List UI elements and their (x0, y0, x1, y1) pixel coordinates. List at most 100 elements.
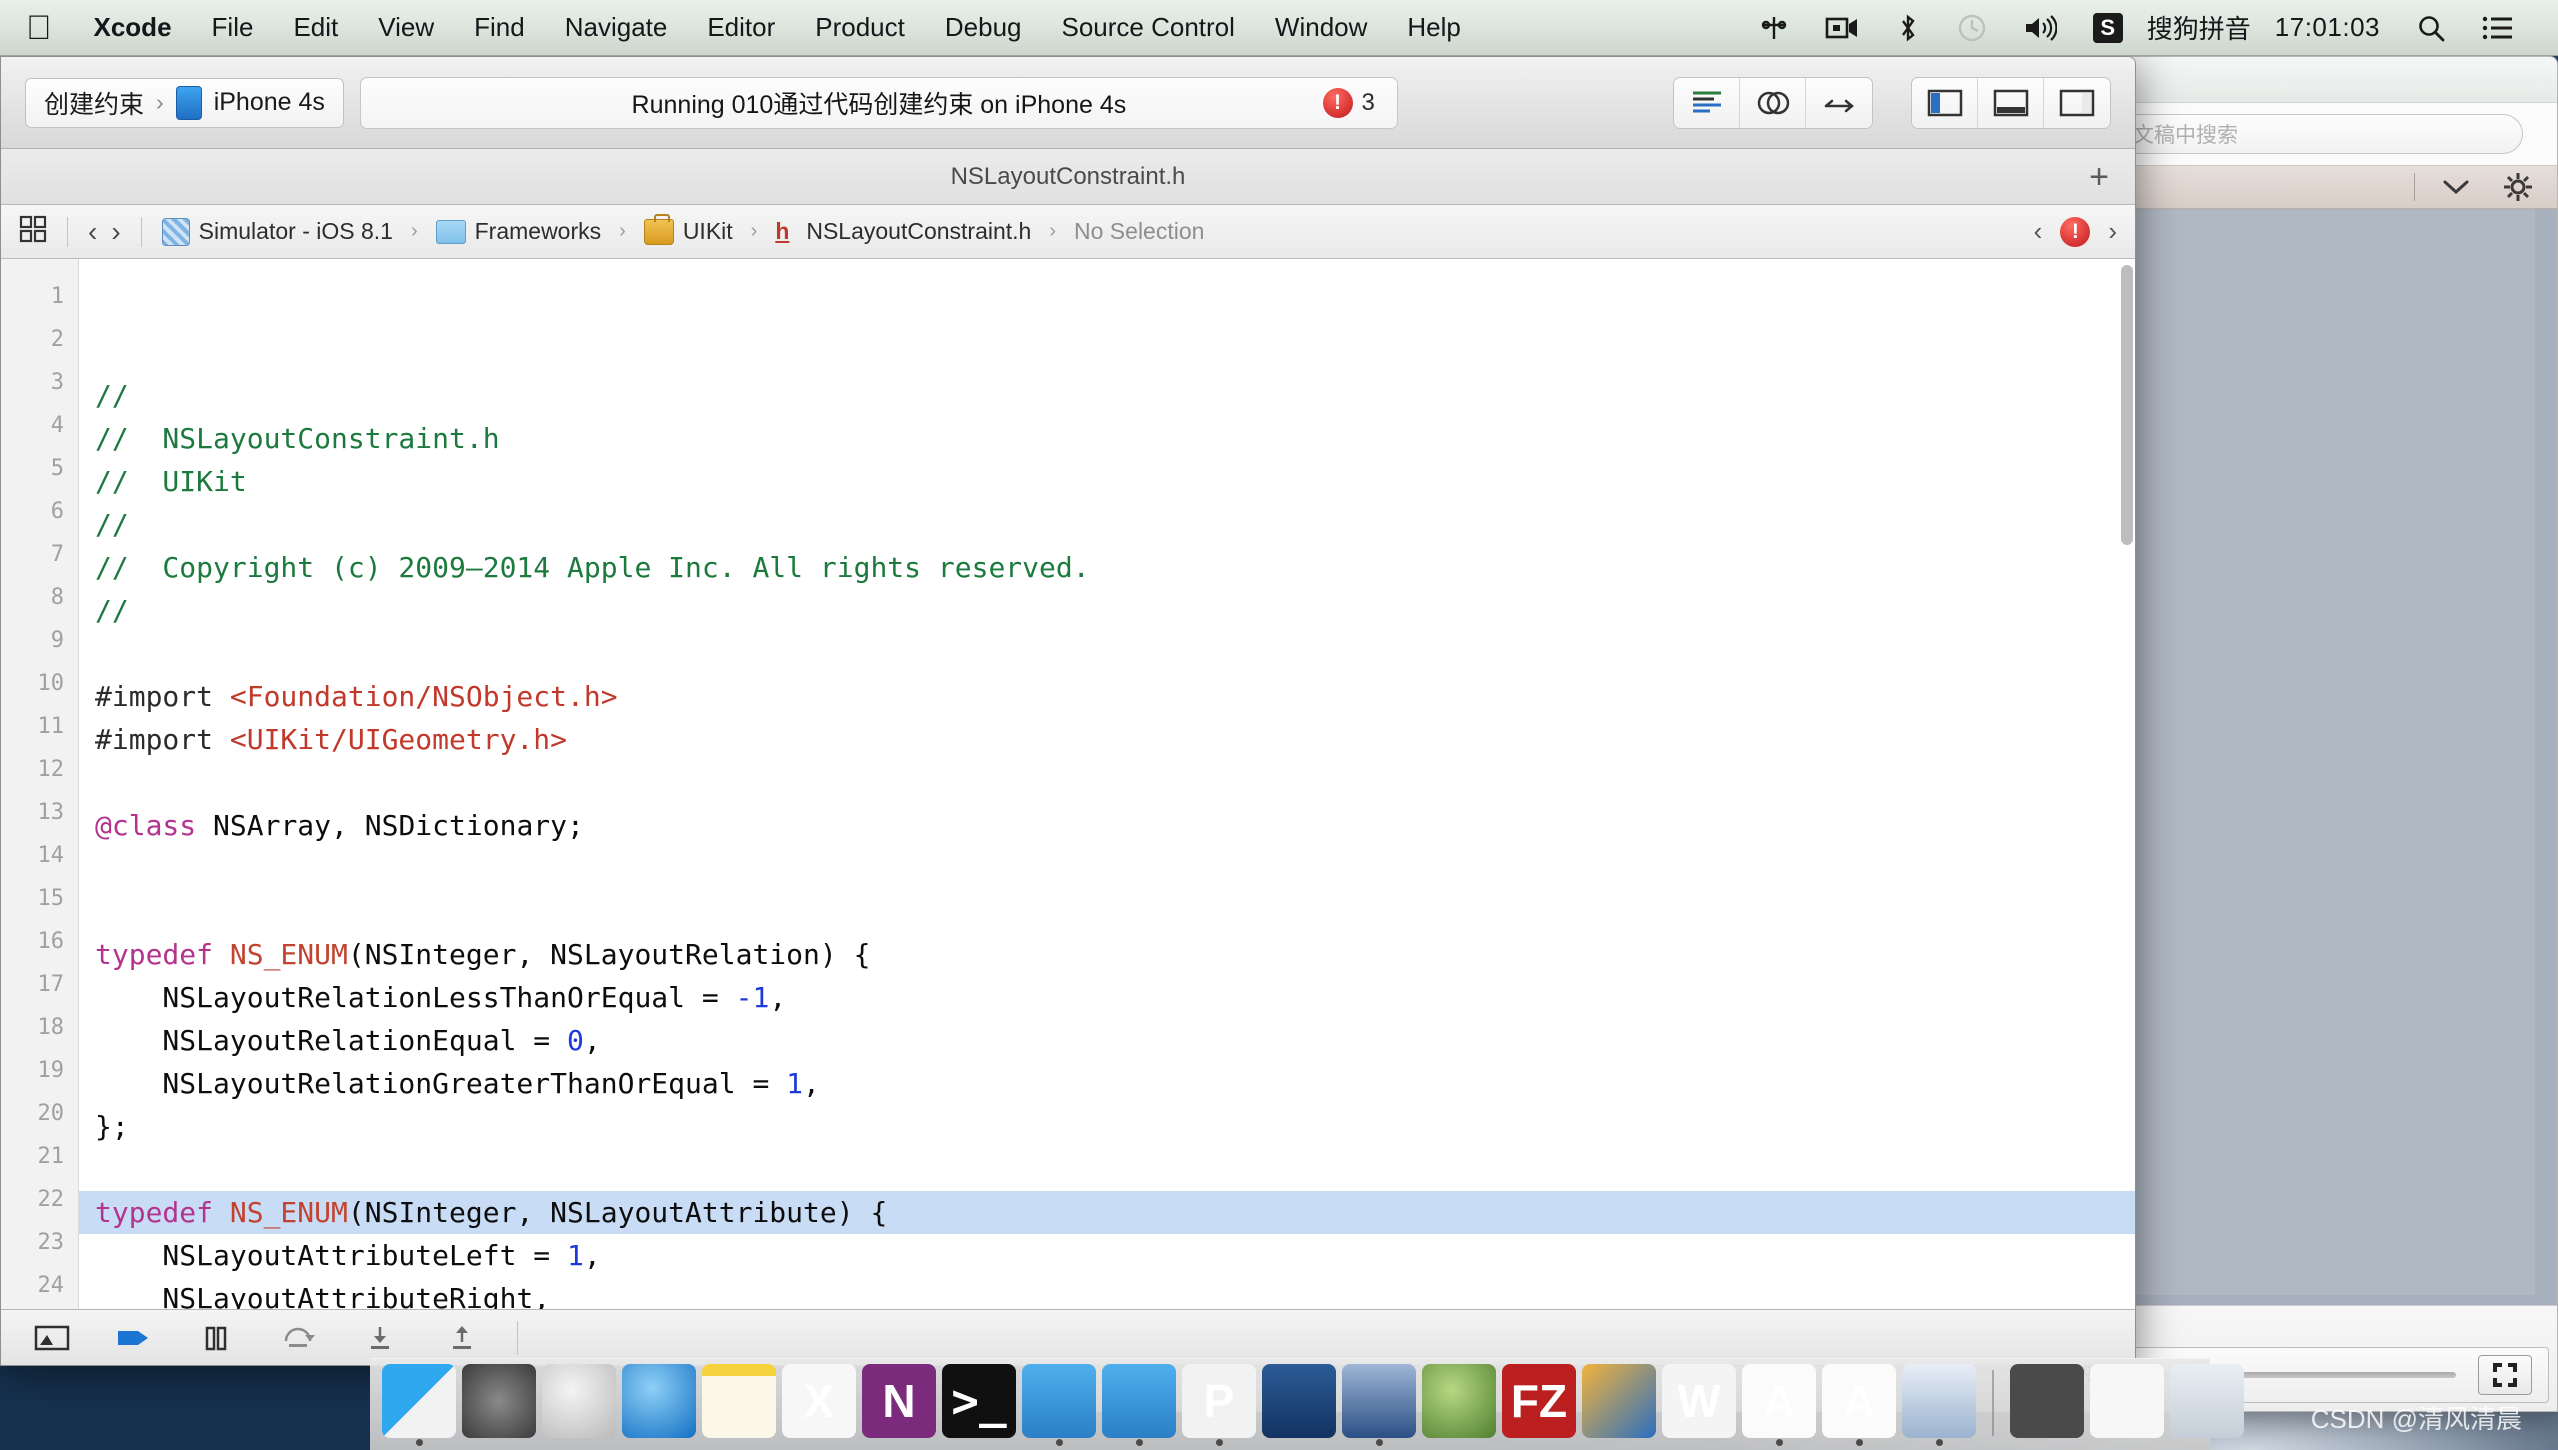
dock-item-excel[interactable]: X (782, 1372, 856, 1446)
code-line[interactable]: // (79, 589, 2135, 632)
tab-nslayoutconstraint-h[interactable]: NSLayoutConstraint.h (1, 163, 2135, 191)
code-line[interactable]: }; (79, 1105, 2135, 1148)
pause-icon[interactable] (175, 1310, 257, 1366)
editor-scrollbar[interactable] (2121, 265, 2133, 545)
code-line[interactable]: NSLayoutAttributeLeft = 1, (79, 1234, 2135, 1277)
dock-item-onenote[interactable]: N (862, 1372, 936, 1446)
code-line[interactable]: // Copyright (c) 2009–2014 Apple Inc. Al… (79, 546, 2135, 589)
dock-item-snipping-tool[interactable] (1262, 1372, 1336, 1446)
panel-icon[interactable] (11, 1310, 93, 1366)
scheme-selector[interactable]: 创建约束 › iPhone 4s (25, 78, 344, 128)
source-editor[interactable]: 1234567891011121314151617181920212223242… (1, 259, 2135, 1309)
menu-item-source-control[interactable]: Source Control (1042, 0, 1255, 56)
dock-item-stickies[interactable] (702, 1372, 776, 1446)
dock-item-finder[interactable] (382, 1372, 456, 1446)
code-line[interactable] (79, 847, 2135, 890)
navigate-back-button[interactable]: ‹ (88, 216, 97, 248)
code-content[interactable]: //// NSLayoutConstraint.h// UIKit//// Co… (79, 259, 2135, 1309)
code-line[interactable]: NSLayoutRelationEqual = 0, (79, 1019, 2135, 1062)
gear-icon[interactable] (2489, 165, 2547, 209)
fit-page-icon[interactable] (2478, 1355, 2532, 1395)
dock-item-trash[interactable] (2170, 1372, 2244, 1446)
dock-item-word[interactable]: W (1662, 1372, 1736, 1446)
notification-center-icon[interactable] (2464, 0, 2532, 56)
menu-item-help[interactable]: Help (1387, 0, 1480, 56)
dock-item-xcode[interactable] (1022, 1372, 1096, 1446)
menu-item-view[interactable]: View (358, 0, 454, 56)
breadcrumb-frameworks[interactable]: Frameworks (436, 218, 602, 245)
dock-item-preview[interactable] (1902, 1372, 1976, 1446)
code-line[interactable]: @class NSArray, NSDictionary; (79, 804, 2135, 847)
standard-editor-button[interactable] (1674, 78, 1740, 128)
code-line[interactable]: NSLayoutAttributeRight, (79, 1277, 2135, 1309)
toggle-utilities-button[interactable] (2044, 78, 2110, 128)
code-line[interactable] (79, 761, 2135, 804)
code-line[interactable]: #import <UIKit/UIGeometry.h> (79, 718, 2135, 761)
code-line[interactable] (79, 632, 2135, 675)
scissors-icon[interactable] (1741, 0, 1807, 56)
code-line[interactable]: typedef NS_ENUM(NSInteger, NSLayoutRelat… (79, 933, 2135, 976)
toggle-debug-area-button[interactable] (1978, 78, 2044, 128)
code-line[interactable]: // NSLayoutConstraint.h (79, 417, 2135, 460)
menu-item-navigate[interactable]: Navigate (545, 0, 688, 56)
menu-item-find[interactable]: Find (454, 0, 545, 56)
code-line[interactable]: // UIKit (79, 460, 2135, 503)
input-method-label[interactable]: 搜狗拼音 (2141, 0, 2257, 56)
menu-item-editor[interactable]: Editor (687, 0, 795, 56)
volume-icon[interactable] (2005, 0, 2075, 56)
code-line[interactable]: // (79, 374, 2135, 417)
breadcrumb-header-file[interactable]: h NSLayoutConstraint.h (775, 218, 1031, 246)
word-search-input[interactable]: 在文稿中搜索 (2093, 114, 2523, 154)
dock-item-imovie[interactable] (1342, 1372, 1416, 1446)
code-line[interactable]: NSLayoutRelationLessThanOrEqual = -1, (79, 976, 2135, 1019)
add-tab-button[interactable]: + (2089, 160, 2109, 194)
code-line[interactable] (79, 890, 2135, 933)
dock-item-textedit[interactable]: A (1742, 1372, 1816, 1446)
menu-item-window[interactable]: Window (1255, 0, 1387, 56)
code-line[interactable]: #import <Foundation/NSObject.h> (79, 675, 2135, 718)
next-issue-button[interactable]: › (2108, 216, 2117, 247)
time-machine-icon[interactable] (1939, 0, 2005, 56)
toggle-navigator-button[interactable] (1912, 78, 1978, 128)
previous-issue-button[interactable]: ‹ (2034, 216, 2043, 247)
menu-item-debug[interactable]: Debug (925, 0, 1042, 56)
grid-icon[interactable] (19, 215, 47, 249)
dock-item-photoshop[interactable] (1582, 1372, 1656, 1446)
assistant-editor-button[interactable] (1740, 78, 1806, 128)
continue-arrow-icon[interactable] (93, 1310, 175, 1366)
breadcrumb-uikit[interactable]: UIKit (644, 218, 733, 245)
dock-item-airplay-display[interactable] (2010, 1372, 2084, 1446)
dock-item-safari[interactable] (622, 1372, 696, 1446)
apple-logo-icon[interactable]:  (22, 0, 74, 56)
dock-item-documents-folder[interactable] (2090, 1372, 2164, 1446)
menu-item-file[interactable]: File (192, 0, 274, 56)
navigate-forward-button[interactable]: › (111, 216, 120, 248)
bluetooth-icon[interactable] (1877, 0, 1939, 56)
input-method-indicator[interactable]: S (2075, 0, 2141, 56)
code-line[interactable]: typedef NS_ENUM(NSInteger, NSLayoutAttri… (79, 1191, 2135, 1234)
code-line[interactable]: // (79, 503, 2135, 546)
issue-indicator[interactable]: ! 3 (1323, 88, 1375, 118)
code-line[interactable]: NSLayoutRelationGreaterThanOrEqual = 1, (79, 1062, 2135, 1105)
menu-item-product[interactable]: Product (795, 0, 925, 56)
menu-item-xcode[interactable]: Xcode (74, 0, 192, 56)
breadcrumb-no-selection[interactable]: No Selection (1074, 218, 1204, 245)
menu-bar-clock[interactable]: 17:01:03 (2257, 12, 2398, 43)
dock-item-sketch[interactable] (1422, 1372, 1496, 1446)
breadcrumb-simulator[interactable]: Simulator - iOS 8.1 (162, 218, 393, 246)
dock-item-launchpad[interactable] (542, 1372, 616, 1446)
dock-item-system-preferences[interactable] (462, 1372, 536, 1446)
version-editor-button[interactable] (1806, 78, 1872, 128)
screen-record-icon[interactable] (1807, 0, 1877, 56)
dock-item-filezilla[interactable]: FZ (1502, 1372, 1576, 1446)
menu-item-edit[interactable]: Edit (273, 0, 358, 56)
dock-item-textedit-2[interactable]: A (1822, 1372, 1896, 1446)
code-line[interactable] (79, 1148, 2135, 1191)
dock-item-terminal[interactable]: >_ (942, 1372, 1016, 1446)
xcode-window[interactable]: 创建约束 › iPhone 4s Running 010通过代码创建约束 on … (0, 56, 2136, 1366)
chevron-down-icon[interactable] (2427, 165, 2485, 209)
dock-item-powerpoint[interactable]: P (1182, 1372, 1256, 1446)
search-icon[interactable] (2398, 0, 2464, 56)
dock-item-xcode-beta[interactable] (1102, 1372, 1176, 1446)
error-icon[interactable]: ! (2060, 217, 2090, 247)
